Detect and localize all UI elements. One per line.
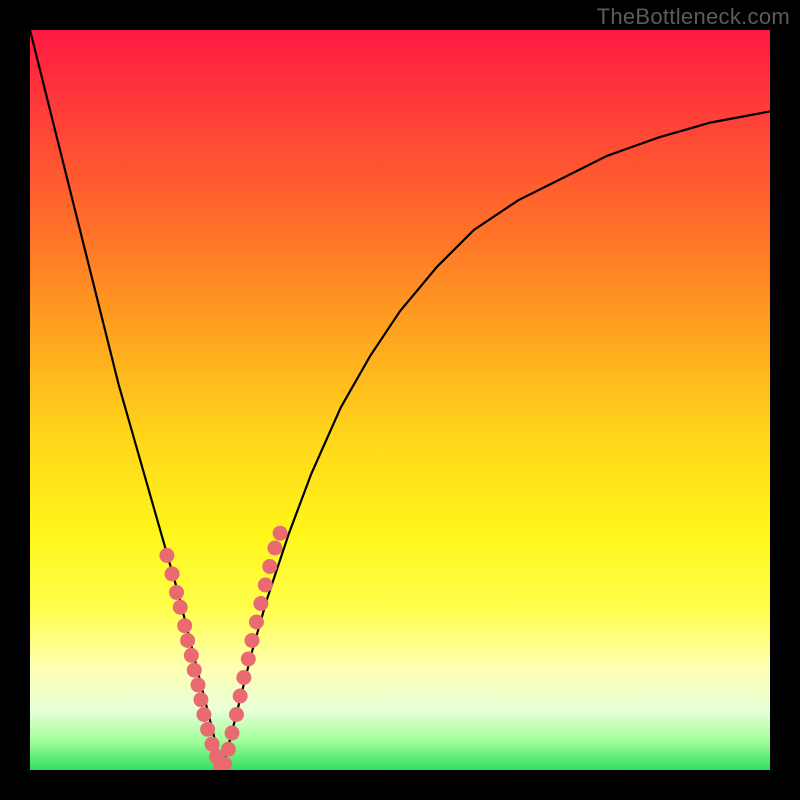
data-dot <box>187 663 202 678</box>
data-dot <box>273 526 288 541</box>
data-dot <box>253 596 268 611</box>
data-dot <box>180 633 195 648</box>
dot-layer <box>159 526 287 770</box>
data-dot <box>233 689 248 704</box>
data-dot <box>225 726 240 741</box>
data-dot <box>221 742 236 757</box>
data-dot <box>193 692 208 707</box>
data-dot <box>267 541 282 556</box>
data-dot <box>241 652 256 667</box>
data-dot <box>173 600 188 615</box>
data-dot <box>190 677 205 692</box>
data-dot <box>249 615 264 630</box>
data-dot <box>159 548 174 563</box>
data-dot <box>200 722 215 737</box>
data-dot <box>258 578 273 593</box>
data-dot <box>262 559 277 574</box>
data-dot <box>184 648 199 663</box>
data-dot <box>229 707 244 722</box>
curve-layer <box>30 30 770 770</box>
plot-area <box>30 30 770 770</box>
curve-right-curve <box>222 111 770 770</box>
data-dot <box>169 585 184 600</box>
watermark-text: TheBottleneck.com <box>597 4 790 30</box>
chart-svg <box>30 30 770 770</box>
data-dot <box>177 618 192 633</box>
data-dot <box>236 670 251 685</box>
data-dot <box>196 707 211 722</box>
data-dot <box>245 633 260 648</box>
data-dot <box>165 566 180 581</box>
chart-container: TheBottleneck.com <box>0 0 800 800</box>
